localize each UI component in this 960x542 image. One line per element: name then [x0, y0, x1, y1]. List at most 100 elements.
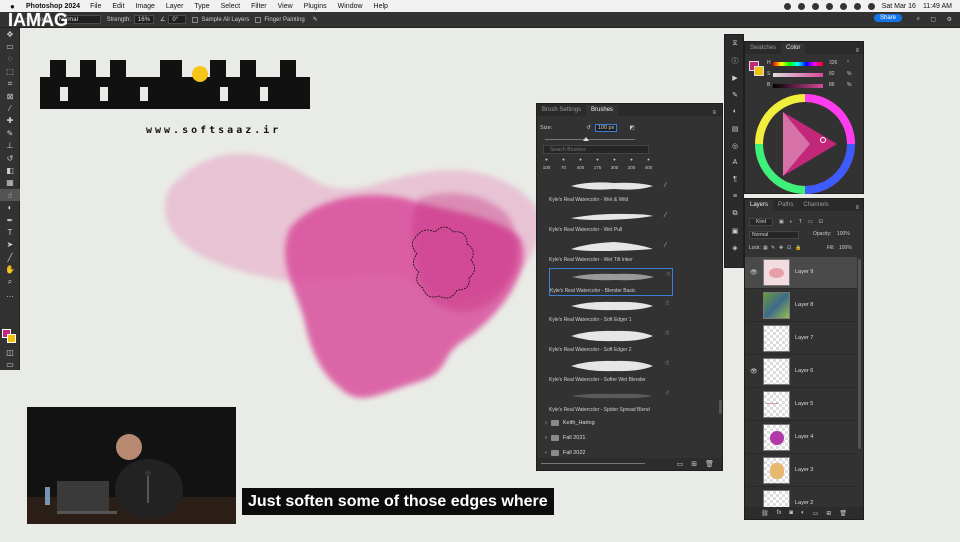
filter-kind-select[interactable]: Kind [749, 217, 774, 226]
lock-artboard-icon[interactable]: ⊡ [787, 245, 791, 251]
tab-brushes[interactable]: Brushes [586, 105, 619, 116]
brush-item[interactable]: Kyle's Real Watercolor - Wet Tilt Inker … [549, 238, 673, 266]
layer-row[interactable]: 👁 Layer 8 [745, 290, 857, 322]
brush-item[interactable]: Kyle's Real Watercolor - Soft Edger 1 ☝ [549, 298, 673, 326]
paragraph-icon[interactable]: ¶ [725, 171, 745, 188]
brush-item-selected[interactable]: Kyle's Real Watercolor - Blender Basic ☝ [549, 268, 673, 296]
settings-icon[interactable]: ⚙ [947, 16, 952, 23]
filter-smart-icon[interactable]: ⊡ [819, 219, 823, 225]
new-brush-icon[interactable]: ◩ [629, 125, 634, 131]
brush-folder[interactable]: › Fall 2022 [545, 450, 585, 456]
size-input[interactable]: 100 px [594, 124, 618, 132]
saturation-value[interactable]: 82 [829, 71, 835, 77]
layer-row[interactable]: 👁 Layer 9 [745, 257, 857, 289]
size-slider-handle[interactable] [583, 137, 589, 141]
panel-menu-icon[interactable]: ≡ [712, 110, 716, 116]
filter-adjust-icon[interactable]: ◐ [790, 219, 793, 225]
brush-list-scrollbar[interactable] [719, 400, 722, 414]
brush-item[interactable]: Kyle's Real Watercolor - Spider Spread B… [549, 388, 673, 416]
new-layer-icon[interactable]: ⊞ [826, 510, 831, 517]
visibility-eye-icon[interactable]: 👁 [750, 269, 758, 276]
finger-painting-checkbox[interactable] [255, 16, 262, 23]
layers-scrollbar[interactable] [858, 259, 861, 449]
color-wheel[interactable] [755, 94, 855, 194]
menu-filter[interactable]: Filter [251, 3, 267, 10]
tab-color[interactable]: Color [781, 43, 806, 54]
crop-tool-icon[interactable]: ⌗ [0, 78, 20, 90]
share-button[interactable]: Share [873, 14, 902, 22]
brightness-slider[interactable] [773, 84, 823, 88]
filter-shape-icon[interactable]: ▭ [808, 219, 813, 225]
status-icon[interactable] [797, 2, 805, 10]
search-icon[interactable]: ⌕ [917, 16, 920, 23]
menu-window[interactable]: Window [338, 3, 363, 10]
layer-name[interactable]: Layer 2 [795, 500, 813, 506]
menu-select[interactable]: Select [221, 3, 240, 10]
background-color-swatch[interactable] [7, 334, 16, 343]
panels-icon[interactable]: ▢ [930, 16, 936, 23]
link-layers-icon[interactable]: ⛓ [761, 510, 769, 517]
brush-preset[interactable]: ● 70 [556, 157, 571, 175]
menu-help[interactable]: Help [374, 3, 388, 10]
smudge-tool-icon[interactable]: ☝ [0, 189, 20, 202]
brush-folder[interactable]: › Keith_Haring [545, 420, 595, 426]
eraser-tool-icon[interactable]: ◧ [0, 164, 20, 176]
healing-brush-tool-icon[interactable]: ✚ [0, 115, 20, 127]
add-mask-icon[interactable]: ◙ [789, 510, 793, 516]
new-brush-icon[interactable]: ⊞ [691, 460, 697, 468]
dodge-tool-icon[interactable]: ◐ [0, 201, 20, 213]
quick-mask-icon[interactable]: ◫ [0, 346, 20, 358]
brush-settings-icon[interactable]: ✎ [725, 86, 745, 103]
opacity-input[interactable]: 100% [837, 231, 850, 237]
layer-row[interactable]: 👁 ~~~ Layer 5 [745, 389, 857, 421]
hand-tool-icon[interactable]: ✋ [0, 263, 20, 275]
sample-all-layers-control[interactable]: Sample All Layers [192, 16, 249, 23]
panel-menu-icon[interactable]: ≡ [855, 205, 859, 211]
object-select-tool-icon[interactable]: ⬚ [0, 65, 20, 77]
character-icon[interactable]: A [725, 154, 745, 171]
eyedropper-tool-icon[interactable]: ⁄ [0, 102, 20, 114]
menu-file[interactable]: File [90, 3, 101, 10]
clone-source-icon[interactable]: ⧉ [725, 205, 745, 222]
delete-icon[interactable]: 🗑 [705, 460, 714, 468]
navigator-icon[interactable]: ◎ [725, 137, 745, 154]
status-icon[interactable] [811, 2, 819, 10]
pressure-icon[interactable]: ✎ [313, 16, 318, 23]
brush-item[interactable]: Kyle's Real Watercolor - Wet Pull ⁄ [549, 208, 673, 236]
menu-image[interactable]: Image [135, 3, 154, 10]
reset-size-icon[interactable]: ↺ [586, 125, 591, 131]
play-icon[interactable]: ▶ [725, 69, 745, 86]
tab-paths[interactable]: Paths [773, 200, 798, 211]
brush-item[interactable]: Kyle's Real Watercolor - Wet & Wild ⁄ [549, 178, 673, 206]
layer-name[interactable]: Layer 7 [795, 335, 813, 341]
saturation-slider[interactable] [773, 73, 823, 77]
blend-mode-select[interactable]: Normal [749, 231, 800, 239]
strength-input[interactable]: 16% [133, 15, 154, 24]
brush-preset[interactable]: ● 400 [641, 157, 656, 175]
lasso-tool-icon[interactable]: ◌ [0, 53, 20, 65]
app-name[interactable]: Photoshop 2024 [26, 3, 80, 10]
fill-input[interactable]: 100% [839, 245, 852, 251]
layer-row[interactable]: 👁 Layer 6 [745, 356, 857, 388]
gradient-tool-icon[interactable]: ▦ [0, 177, 20, 189]
move-tool-icon[interactable]: ✥ [0, 28, 20, 40]
menu-type[interactable]: Type [194, 3, 209, 10]
finger-painting-control[interactable]: Finger Painting [255, 16, 305, 23]
layer-name[interactable]: Layer 6 [795, 368, 813, 374]
angle-input[interactable]: 0° [168, 15, 187, 24]
brush-preset[interactable]: ● 300 [607, 157, 622, 175]
bg-color-chip[interactable] [754, 66, 764, 76]
brush-preset[interactable]: ● 175 [590, 157, 605, 175]
brush-item[interactable]: Kyle's Real Watercolor - Softer Wet Blen… [549, 358, 673, 386]
new-group-icon[interactable]: ▭ [677, 460, 684, 468]
brush-preset[interactable]: ● 200 [624, 157, 639, 175]
fx-icon[interactable]: fx [777, 510, 782, 516]
sample-all-layers-checkbox[interactable] [192, 16, 199, 23]
size-slider[interactable] [545, 137, 635, 141]
status-icon[interactable] [825, 2, 833, 10]
layer-name[interactable]: Layer 9 [795, 269, 813, 275]
menu-view[interactable]: View [278, 3, 293, 10]
brush-search-input[interactable]: Search Brushes [543, 145, 649, 154]
hue-value[interactable]: 326 [829, 60, 837, 66]
tab-swatches[interactable]: Swatches [745, 43, 781, 54]
